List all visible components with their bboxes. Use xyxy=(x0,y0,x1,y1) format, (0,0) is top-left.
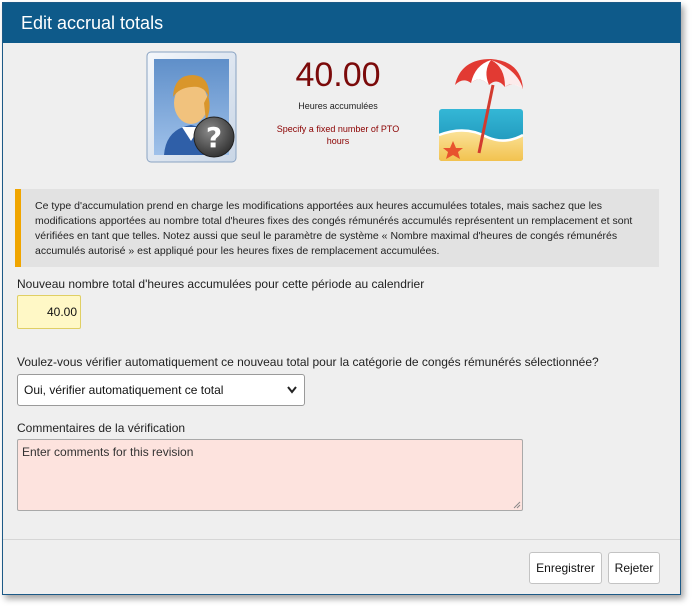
reject-button[interactable]: Rejeter xyxy=(608,552,660,584)
accrued-total-block: 40.00 Heures accumulées Specify a fixed … xyxy=(263,55,413,147)
beach-umbrella-icon xyxy=(438,59,524,161)
notice-text: Ce type d'accumulation prend en charge l… xyxy=(35,200,633,257)
fixed-hours-hint: Specify a fixed number of PTO hours xyxy=(276,124,400,146)
auto-verify-label: Voulez-vous vérifier automatiquement ce … xyxy=(17,355,599,369)
accrued-total-label: Heures accumulées xyxy=(298,101,378,111)
footer-divider xyxy=(3,539,680,540)
accrued-total-value: 40.00 xyxy=(295,56,381,94)
new-total-label: Nouveau nombre total d'heures accumulées… xyxy=(17,277,425,291)
comments-textarea[interactable] xyxy=(17,439,523,511)
save-button[interactable]: Enregistrer xyxy=(529,552,602,584)
svg-text:?: ? xyxy=(206,121,222,154)
chevron-down-icon xyxy=(286,375,298,416)
accrual-summary: ? 40.00 Heures accumulées Specify a fixe… xyxy=(3,43,680,175)
user-question-icon: ? xyxy=(146,51,237,163)
auto-verify-selected: Oui, vérifier automatiquement ce total xyxy=(24,383,224,397)
comments-label: Commentaires de la vérification xyxy=(17,421,186,435)
dialog-title: Edit accrual totals xyxy=(3,3,680,43)
new-total-input[interactable] xyxy=(17,295,81,329)
edit-accrual-dialog: Edit accrual totals ? 40.00 Heures accum… xyxy=(2,2,681,595)
resize-grip-icon[interactable] xyxy=(513,501,521,509)
auto-verify-select[interactable]: Oui, vérifier automatiquement ce total xyxy=(17,374,305,406)
accrual-notice: Ce type d'accumulation prend en charge l… xyxy=(15,189,659,267)
